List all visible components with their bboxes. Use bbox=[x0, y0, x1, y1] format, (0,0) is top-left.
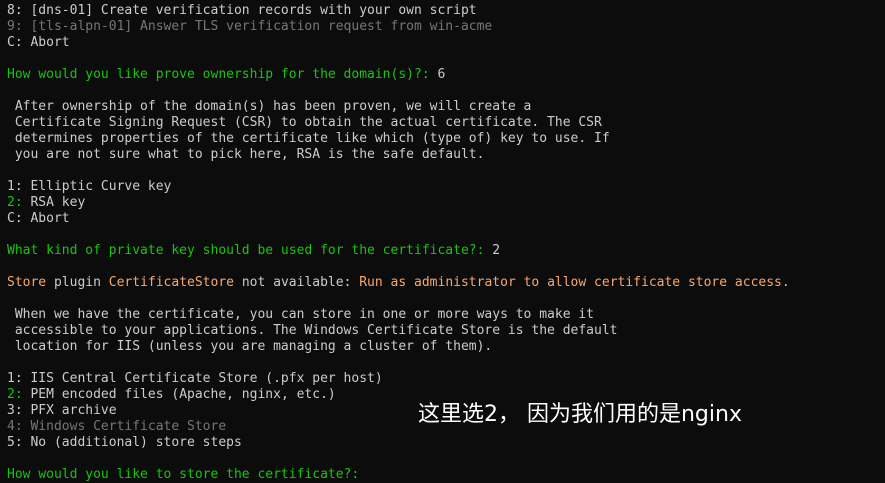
terminal-line: accessible to your applications. The Win… bbox=[7, 323, 885, 339]
terminal-line: Certificate Signing Request (CSR) to obt… bbox=[7, 115, 885, 131]
terminal-text: After ownership of the domain(s) has bee… bbox=[7, 99, 532, 114]
terminal-line: Store plugin CertificateStore not availa… bbox=[7, 275, 885, 291]
terminal-text: RSA key bbox=[30, 195, 86, 210]
terminal-text: 2 bbox=[492, 243, 501, 258]
terminal-text: you are not sure what to pick here, RSA … bbox=[7, 147, 485, 162]
terminal-line: 9: [tls-alpn-01] Answer TLS verification… bbox=[7, 19, 885, 35]
terminal-text: 6 bbox=[437, 67, 446, 82]
terminal-text: 5: No (additional) store steps bbox=[7, 435, 242, 450]
terminal-line: 8: [dns-01] Create verification records … bbox=[7, 3, 885, 19]
terminal-text: determines properties of the certificate… bbox=[7, 131, 610, 146]
terminal-line: 1: Elliptic Curve key bbox=[7, 179, 885, 195]
terminal-text: 2: bbox=[7, 195, 31, 210]
terminal-line: C: Abort bbox=[7, 35, 885, 51]
terminal-line: you are not sure what to pick here, RSA … bbox=[7, 147, 885, 163]
terminal-text: C: Abort bbox=[7, 211, 70, 226]
terminal-text: not available: bbox=[234, 275, 360, 290]
annotation-text: 这里选2， 因为我们用的是nginx bbox=[418, 402, 742, 427]
terminal-line: 5: No (additional) store steps bbox=[7, 435, 885, 451]
terminal-text: 9: [tls-alpn-01] Answer TLS verification… bbox=[7, 19, 493, 34]
terminal-text: accessible to your applications. The Win… bbox=[7, 323, 618, 338]
terminal-text: 3: PFX archive bbox=[7, 403, 117, 418]
terminal-text: location for IIS (unless you are managin… bbox=[7, 339, 493, 354]
terminal-text: 2: bbox=[7, 387, 31, 402]
terminal-text: Store bbox=[7, 275, 54, 290]
terminal-text: Run as administrator to allow certificat… bbox=[359, 275, 790, 290]
terminal-text: 1: IIS Central Certificate Store (.pfx p… bbox=[7, 371, 383, 386]
terminal-line: When we have the certificate, you can st… bbox=[7, 307, 885, 323]
terminal-line: How would you like prove ownership for t… bbox=[7, 67, 885, 83]
terminal-text: CertificateStore bbox=[108, 275, 234, 290]
terminal-line: C: Abort bbox=[7, 211, 885, 227]
terminal-text: Certificate Signing Request (CSR) to obt… bbox=[7, 115, 602, 130]
terminal-text: PEM encoded files (Apache, nginx, etc.) bbox=[30, 387, 336, 402]
terminal-text: What kind of private key should be used … bbox=[7, 243, 493, 258]
terminal-text: 4: Windows Certificate Store bbox=[7, 419, 227, 434]
terminal-line: location for IIS (unless you are managin… bbox=[7, 339, 885, 355]
terminal-line: 2: RSA key bbox=[7, 195, 885, 211]
terminal-text: 1: Elliptic Curve key bbox=[7, 179, 172, 194]
terminal-line: How would you like to store the certific… bbox=[7, 467, 885, 483]
terminal-line: 1: IIS Central Certificate Store (.pfx p… bbox=[7, 371, 885, 387]
terminal-text: How would you like to store the certific… bbox=[7, 467, 368, 482]
terminal-text: plugin bbox=[53, 275, 109, 290]
terminal-text: 8: [dns-01] Create verification records … bbox=[7, 3, 477, 18]
terminal-text: When we have the certificate, you can st… bbox=[7, 307, 594, 322]
terminal-text: C: Abort bbox=[7, 35, 70, 50]
terminal-text: How would you like prove ownership for t… bbox=[7, 67, 438, 82]
terminal-line: What kind of private key should be used … bbox=[7, 243, 885, 259]
terminal-line: After ownership of the domain(s) has bee… bbox=[7, 99, 885, 115]
terminal-line: determines properties of the certificate… bbox=[7, 131, 885, 147]
